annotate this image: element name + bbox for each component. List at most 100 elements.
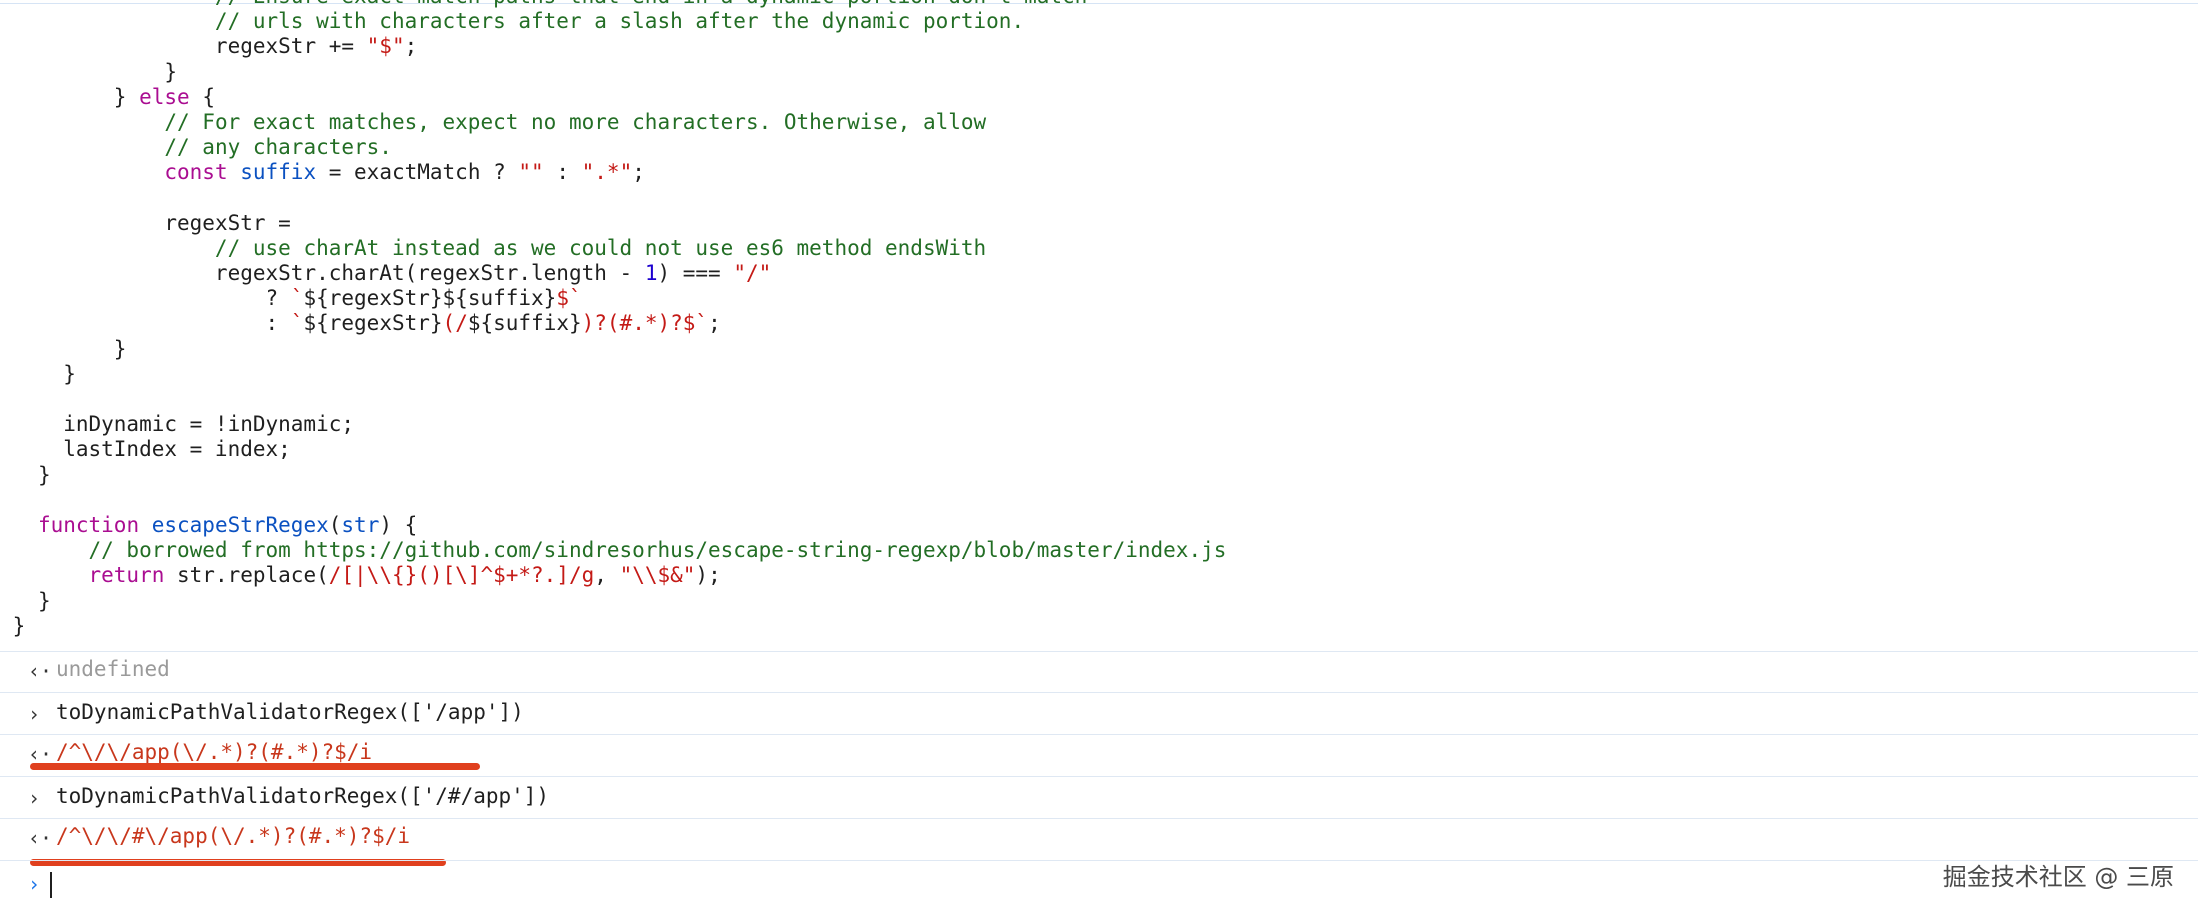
code-token: : — [164, 311, 291, 336]
code-token: inDynamic = !inDynamic; — [63, 412, 355, 437]
code-line: // Ensure exact match paths that end in … — [0, 0, 2198, 9]
code-token: lastIndex = index; — [63, 437, 291, 462]
code-token: regexStr += — [139, 34, 367, 59]
code-token: ) === — [657, 261, 734, 286]
text-caret[interactable] — [50, 872, 52, 898]
code-line: } — [0, 589, 2198, 614]
code-line: regexStr.charAt(regexStr.length - 1) ===… — [0, 261, 2198, 286]
code-token: return — [63, 563, 165, 588]
code-token: /[|\\{}()[\]^$+*?.]/g — [328, 563, 595, 588]
result-arrow-icon: ‹· — [28, 659, 53, 683]
code-line: regexStr = — [0, 211, 2198, 236]
code-line: // use charAt instead as we could not us… — [0, 236, 2198, 261]
code-token: regexStr.charAt(regexStr.length - — [139, 261, 645, 286]
divider — [0, 734, 2198, 735]
code-line: } else { — [0, 85, 2198, 110]
code-token: ${regexStr}${suffix} — [303, 286, 557, 311]
code-token: ${regexStr} — [303, 311, 443, 336]
code-token: "" — [518, 160, 544, 185]
code-line: const suffix = exactMatch ? "" : ".*"; — [0, 160, 2198, 185]
code-token: ` — [290, 311, 304, 336]
code-token: str.replace( — [164, 563, 329, 588]
code-token: "$" — [366, 34, 405, 59]
code-token: // Ensure exact match paths that end in … — [139, 0, 1087, 8]
code-token: const — [113, 160, 228, 185]
code-token: ; — [404, 34, 418, 59]
code-token: { — [189, 84, 215, 109]
console-prompt[interactable]: › — [0, 860, 2198, 914]
code-line: inDynamic = !inDynamic; — [0, 412, 2198, 437]
code-line — [0, 387, 2198, 412]
divider — [0, 818, 2198, 819]
code-token: ); — [695, 563, 721, 588]
divider — [0, 776, 2198, 777]
code-token: 1 — [644, 261, 658, 286]
code-token: suffix — [227, 160, 317, 185]
regex-result[interactable]: /^\/\/app(\/.*)?(#.*)?$/i — [56, 742, 372, 763]
code-token: ( — [328, 512, 342, 537]
result-arrow-icon: ‹· — [28, 826, 53, 850]
result-arrow-icon: ‹· — [28, 742, 53, 766]
code-token: )?(#.*)?$` — [581, 311, 709, 336]
code-token: // any characters. — [113, 135, 392, 160]
code-token: (/ — [442, 311, 468, 336]
code-token: "/" — [733, 261, 772, 286]
console-input-2[interactable]: › toDynamicPathValidatorRegex(['/#/app']… — [0, 776, 2198, 818]
regex-result[interactable]: /^\/\/#\/app(\/.*)?(#.*)?$/i — [56, 826, 410, 847]
input-text[interactable]: toDynamicPathValidatorRegex(['/#/app']) — [56, 786, 549, 807]
code-token: ; — [632, 160, 645, 185]
code-line: ? `${regexStr}${suffix}$` — [0, 286, 2198, 311]
code-token: ` — [290, 286, 304, 311]
divider — [0, 651, 2198, 652]
code-line: lastIndex = index; — [0, 437, 2198, 462]
code-line: } — [0, 60, 2198, 85]
code-line: return str.replace(/[|\\{}()[\]^$+*?.]/g… — [0, 563, 2198, 588]
console-input-1[interactable]: › toDynamicPathValidatorRegex(['/app']) — [0, 692, 2198, 734]
console-output-2: ‹· /^\/\/#\/app(\/.*)?(#.*)?$/i — [0, 818, 2198, 866]
divider — [0, 692, 2198, 693]
code-token: ) { — [379, 512, 418, 537]
code-token: , — [594, 563, 620, 588]
code-line: // any characters. — [0, 135, 2198, 160]
code-token: } — [88, 84, 140, 109]
highlight-underline — [30, 763, 480, 770]
code-line: } — [0, 463, 2198, 488]
code-token: } — [37, 588, 51, 613]
code-token: } — [37, 462, 51, 487]
code-token: // use charAt instead as we could not us… — [139, 235, 987, 260]
input-text[interactable]: toDynamicPathValidatorRegex(['/app']) — [56, 702, 524, 723]
code-token: escapeStrRegex — [139, 512, 329, 537]
code-line: function escapeStrRegex(str) { — [0, 513, 2198, 538]
code-token: str — [341, 512, 380, 537]
devtools-console: // Ensure exact match paths that end in … — [0, 0, 2198, 914]
code-line: : `${regexStr}(/${suffix})?(#.*)?$`; — [0, 311, 2198, 336]
code-token: // urls with characters after a slash af… — [139, 9, 1025, 34]
code-block: // Ensure exact match paths that end in … — [0, 0, 2198, 639]
console-result-undefined: ‹· undefined — [0, 651, 2198, 691]
code-token: ? — [164, 286, 291, 311]
prompt-chevron-icon: › — [28, 872, 41, 896]
